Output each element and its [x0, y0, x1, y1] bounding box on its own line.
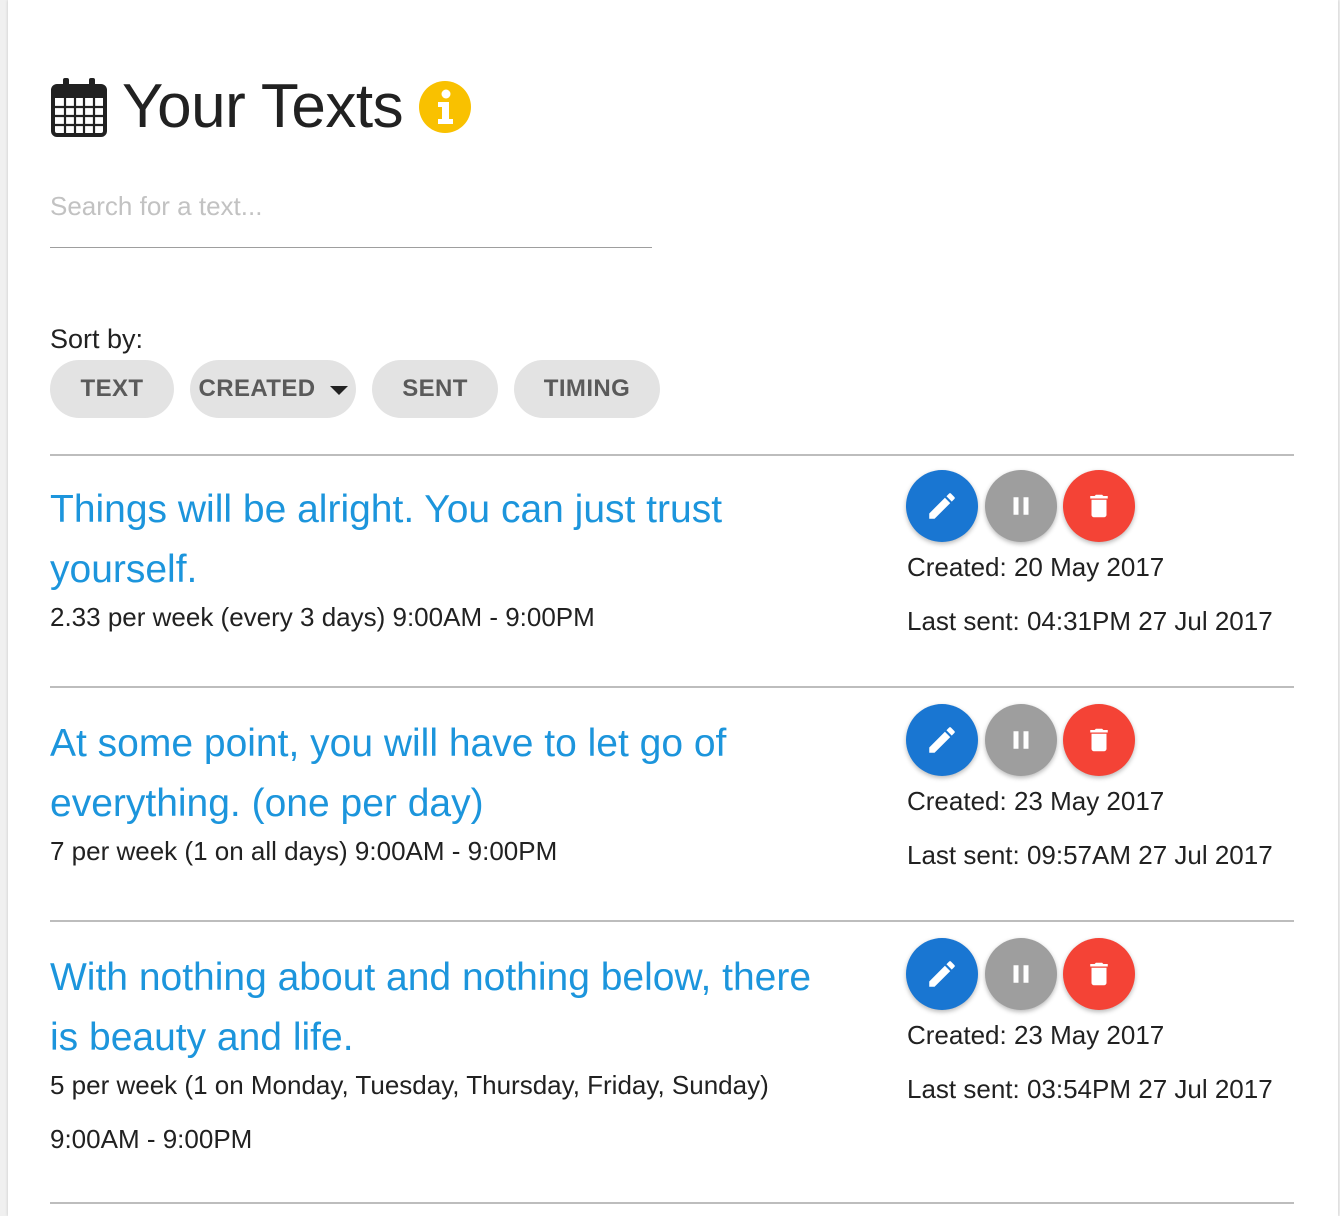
last-sent-date: Last sent: 04:31PM 27 Jul 2017: [907, 606, 1273, 636]
edit-button[interactable]: [906, 704, 978, 776]
sort-text-button[interactable]: TEXT: [50, 360, 174, 418]
calendar-icon: [51, 78, 107, 137]
text-quote[interactable]: Things will be alright. You can just tru…: [50, 480, 860, 600]
sort-option-label: CREATED: [198, 375, 316, 402]
trash-icon: [1090, 728, 1108, 752]
pause-icon: [1013, 965, 1029, 983]
text-schedule: 5 per week (1 on Monday, Tuesday, Thursd…: [50, 1058, 830, 1166]
trash-icon: [1090, 494, 1108, 518]
schedule-line: 9:00AM - 9:00PM: [50, 1124, 253, 1154]
pause-button[interactable]: [985, 470, 1057, 542]
delete-button[interactable]: [1063, 704, 1135, 776]
schedule-line: 2.33 per week (every 3 days) 9:00AM - 9:…: [50, 602, 595, 632]
delete-button[interactable]: [1063, 470, 1135, 542]
text-schedule: 2.33 per week (every 3 days) 9:00AM - 9:…: [50, 590, 830, 644]
last-sent-date: Last sent: 03:54PM 27 Jul 2017: [907, 1074, 1273, 1104]
quote-line: Things will be alright. You can just tru…: [50, 488, 723, 531]
text-quote[interactable]: With nothing about and nothing below, th…: [50, 948, 860, 1068]
search-field: [50, 180, 652, 248]
divider: [50, 1202, 1294, 1204]
caret-down-icon: [329, 386, 348, 395]
last-sent-date: Last sent: 09:57AM 27 Jul 2017: [907, 840, 1273, 870]
sort-option-label: SENT: [402, 375, 468, 402]
divider: [50, 920, 1294, 922]
schedule-line: 7 per week (1 on all days) 9:00AM - 9:00…: [50, 836, 558, 866]
schedule-line: 5 per week (1 on Monday, Tuesday, Thursd…: [50, 1070, 769, 1100]
created-date: Created: 23 May 2017: [907, 786, 1165, 816]
pause-button[interactable]: [985, 938, 1057, 1010]
quote-line: At some point, you will have to let go o…: [50, 722, 727, 765]
text-actions: [906, 470, 1146, 544]
created-date: Created: 23 May 2017: [907, 1020, 1165, 1050]
search-input[interactable]: [50, 186, 650, 226]
pause-icon: [1013, 497, 1029, 515]
quote-line: With nothing about and nothing below, th…: [50, 956, 812, 999]
pencil-icon: [929, 493, 955, 519]
pause-button[interactable]: [985, 704, 1057, 776]
sort-option-label: TIMING: [543, 375, 631, 402]
edit-button[interactable]: [906, 938, 978, 1010]
pencil-icon: [929, 727, 955, 753]
text-quote[interactable]: At some point, you will have to let go o…: [50, 714, 860, 834]
sort-created-button[interactable]: CREATED: [190, 360, 356, 418]
text-actions: [906, 938, 1146, 1012]
page: Your Texts Sort by: TEXT CREATED SENT TI…: [8, 0, 1338, 1216]
pause-icon: [1013, 731, 1029, 749]
page-title: Your Texts: [122, 72, 404, 141]
pencil-icon: [929, 961, 955, 987]
sort-sent-button[interactable]: SENT: [372, 360, 498, 418]
edit-button[interactable]: [906, 470, 978, 542]
created-date: Created: 20 May 2017: [907, 552, 1165, 582]
delete-button[interactable]: [1063, 938, 1135, 1010]
text-actions: [906, 704, 1146, 778]
sort-timing-button[interactable]: TIMING: [514, 360, 660, 418]
trash-icon: [1090, 962, 1108, 986]
divider: [50, 686, 1294, 688]
page-header: Your Texts: [50, 70, 472, 144]
sort-option-label: TEXT: [80, 375, 144, 402]
sort-label: Sort by:: [50, 324, 144, 354]
text-schedule: 7 per week (1 on all days) 9:00AM - 9:00…: [50, 824, 830, 878]
divider: [50, 454, 1294, 456]
info-icon[interactable]: [419, 81, 472, 133]
